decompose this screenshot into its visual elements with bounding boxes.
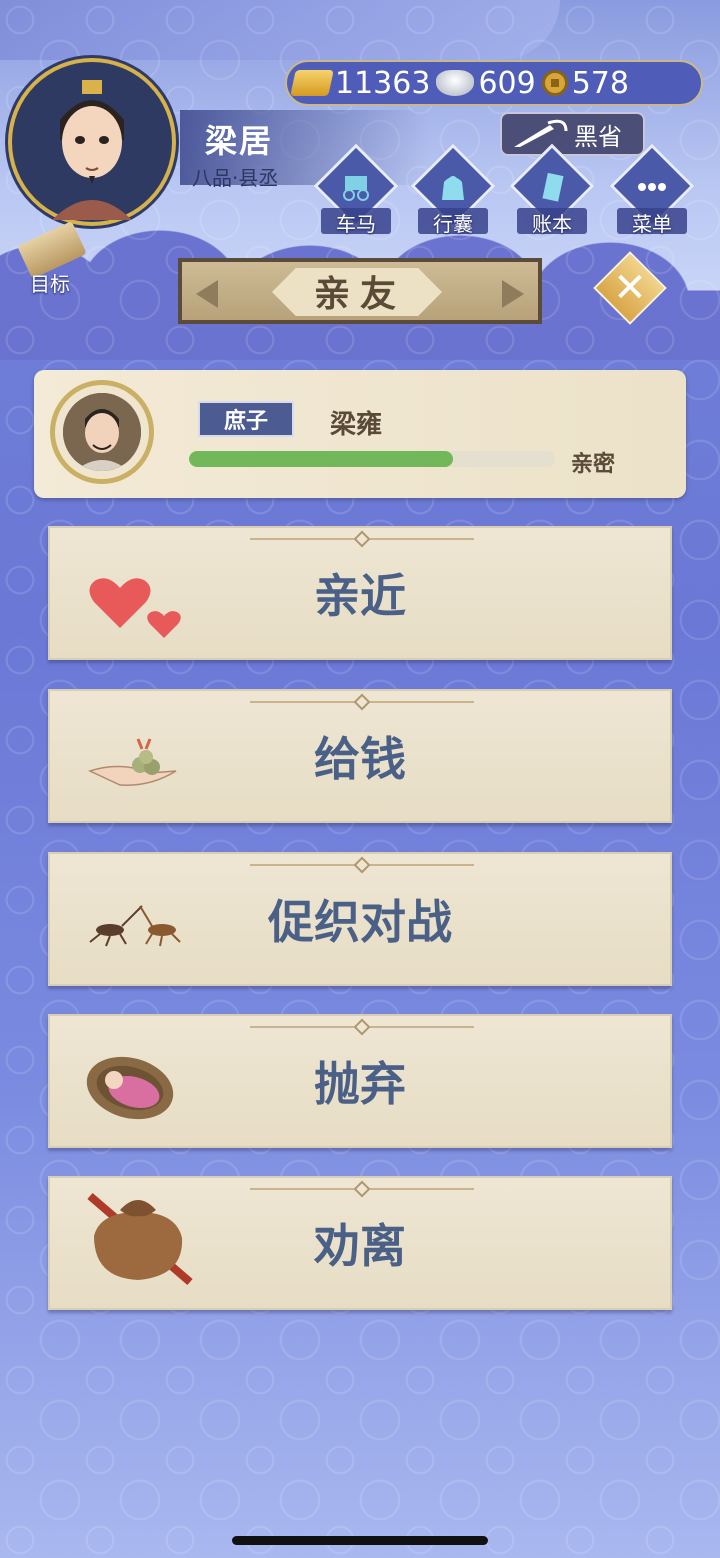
gold-ingot-icon <box>290 70 334 96</box>
relation-tag: 庶子 <box>198 401 294 437</box>
ink-brush-icon <box>514 119 568 147</box>
menu-item-more[interactable]: 菜单 <box>609 143 695 236</box>
close-icon[interactable]: ✕ <box>604 262 656 314</box>
intimacy-label: 亲密 <box>571 452 616 477</box>
menu-item-label: 账本 <box>532 212 572 236</box>
coin-amount: 578 <box>571 65 629 101</box>
action-button-cricket-fight[interactable]: 促织对战 <box>48 852 672 986</box>
more-icon <box>638 183 666 191</box>
player-name: 梁居 <box>205 122 274 160</box>
relative-face <box>63 393 141 471</box>
home-indicator[interactable] <box>232 1536 488 1545</box>
bag-icon <box>442 176 464 200</box>
target-label: 目标 <box>30 272 70 296</box>
action-button-give-money[interactable]: 给钱 <box>48 689 672 823</box>
action-label: 亲近 <box>314 569 406 623</box>
relative-name: 梁雍 <box>330 410 383 440</box>
action-label: 促织对战 <box>268 895 452 949</box>
copper-coin-icon <box>541 70 568 96</box>
player-avatar[interactable] <box>8 58 176 226</box>
menu-item-label: 车马 <box>336 212 376 236</box>
relative-avatar[interactable] <box>50 380 154 484</box>
menu-item-carriage[interactable]: 车马 <box>313 143 399 236</box>
action-button-persuade-leave[interactable]: 劝离 <box>48 1176 672 1310</box>
silver-amount: 609 <box>478 65 536 101</box>
ledger-icon <box>542 172 564 202</box>
silver-ingot-icon <box>436 70 475 96</box>
intimacy-bar <box>189 451 555 467</box>
action-button-approach[interactable]: 亲近 <box>48 526 672 660</box>
intimacy-bar-fill <box>189 451 453 467</box>
action-button-abandon[interactable]: 抛弃 <box>48 1014 672 1148</box>
menu-item-label: 菜单 <box>632 212 672 236</box>
action-label: 给钱 <box>314 732 406 786</box>
carriage-icon <box>343 176 369 201</box>
silver-currency: 609 <box>436 65 536 101</box>
heisheng-label: 黑省 <box>574 122 622 151</box>
gold-amount: 11363 <box>335 65 431 101</box>
menu-item-bag[interactable]: 行囊 <box>410 143 496 236</box>
player-rank: 八品·县丞 <box>192 166 279 190</box>
target-button[interactable]: 目标 <box>10 221 90 298</box>
relative-portrait-icon <box>63 393 141 471</box>
avatar-face-icon <box>52 80 132 220</box>
gold-currency: 11363 <box>290 65 431 101</box>
action-label: 抛弃 <box>314 1057 406 1111</box>
action-label: 劝离 <box>314 1219 406 1273</box>
panel-title-banner: 亲友 <box>178 258 542 324</box>
menu-item-ledger[interactable]: 账本 <box>509 143 595 236</box>
currency-bar: 11363 609 578 <box>285 60 703 106</box>
decor-swirl <box>0 0 560 60</box>
coin-currency: 578 <box>541 65 629 101</box>
menu-item-label: 行囊 <box>433 212 473 236</box>
panel-title: 亲友 <box>313 274 406 315</box>
